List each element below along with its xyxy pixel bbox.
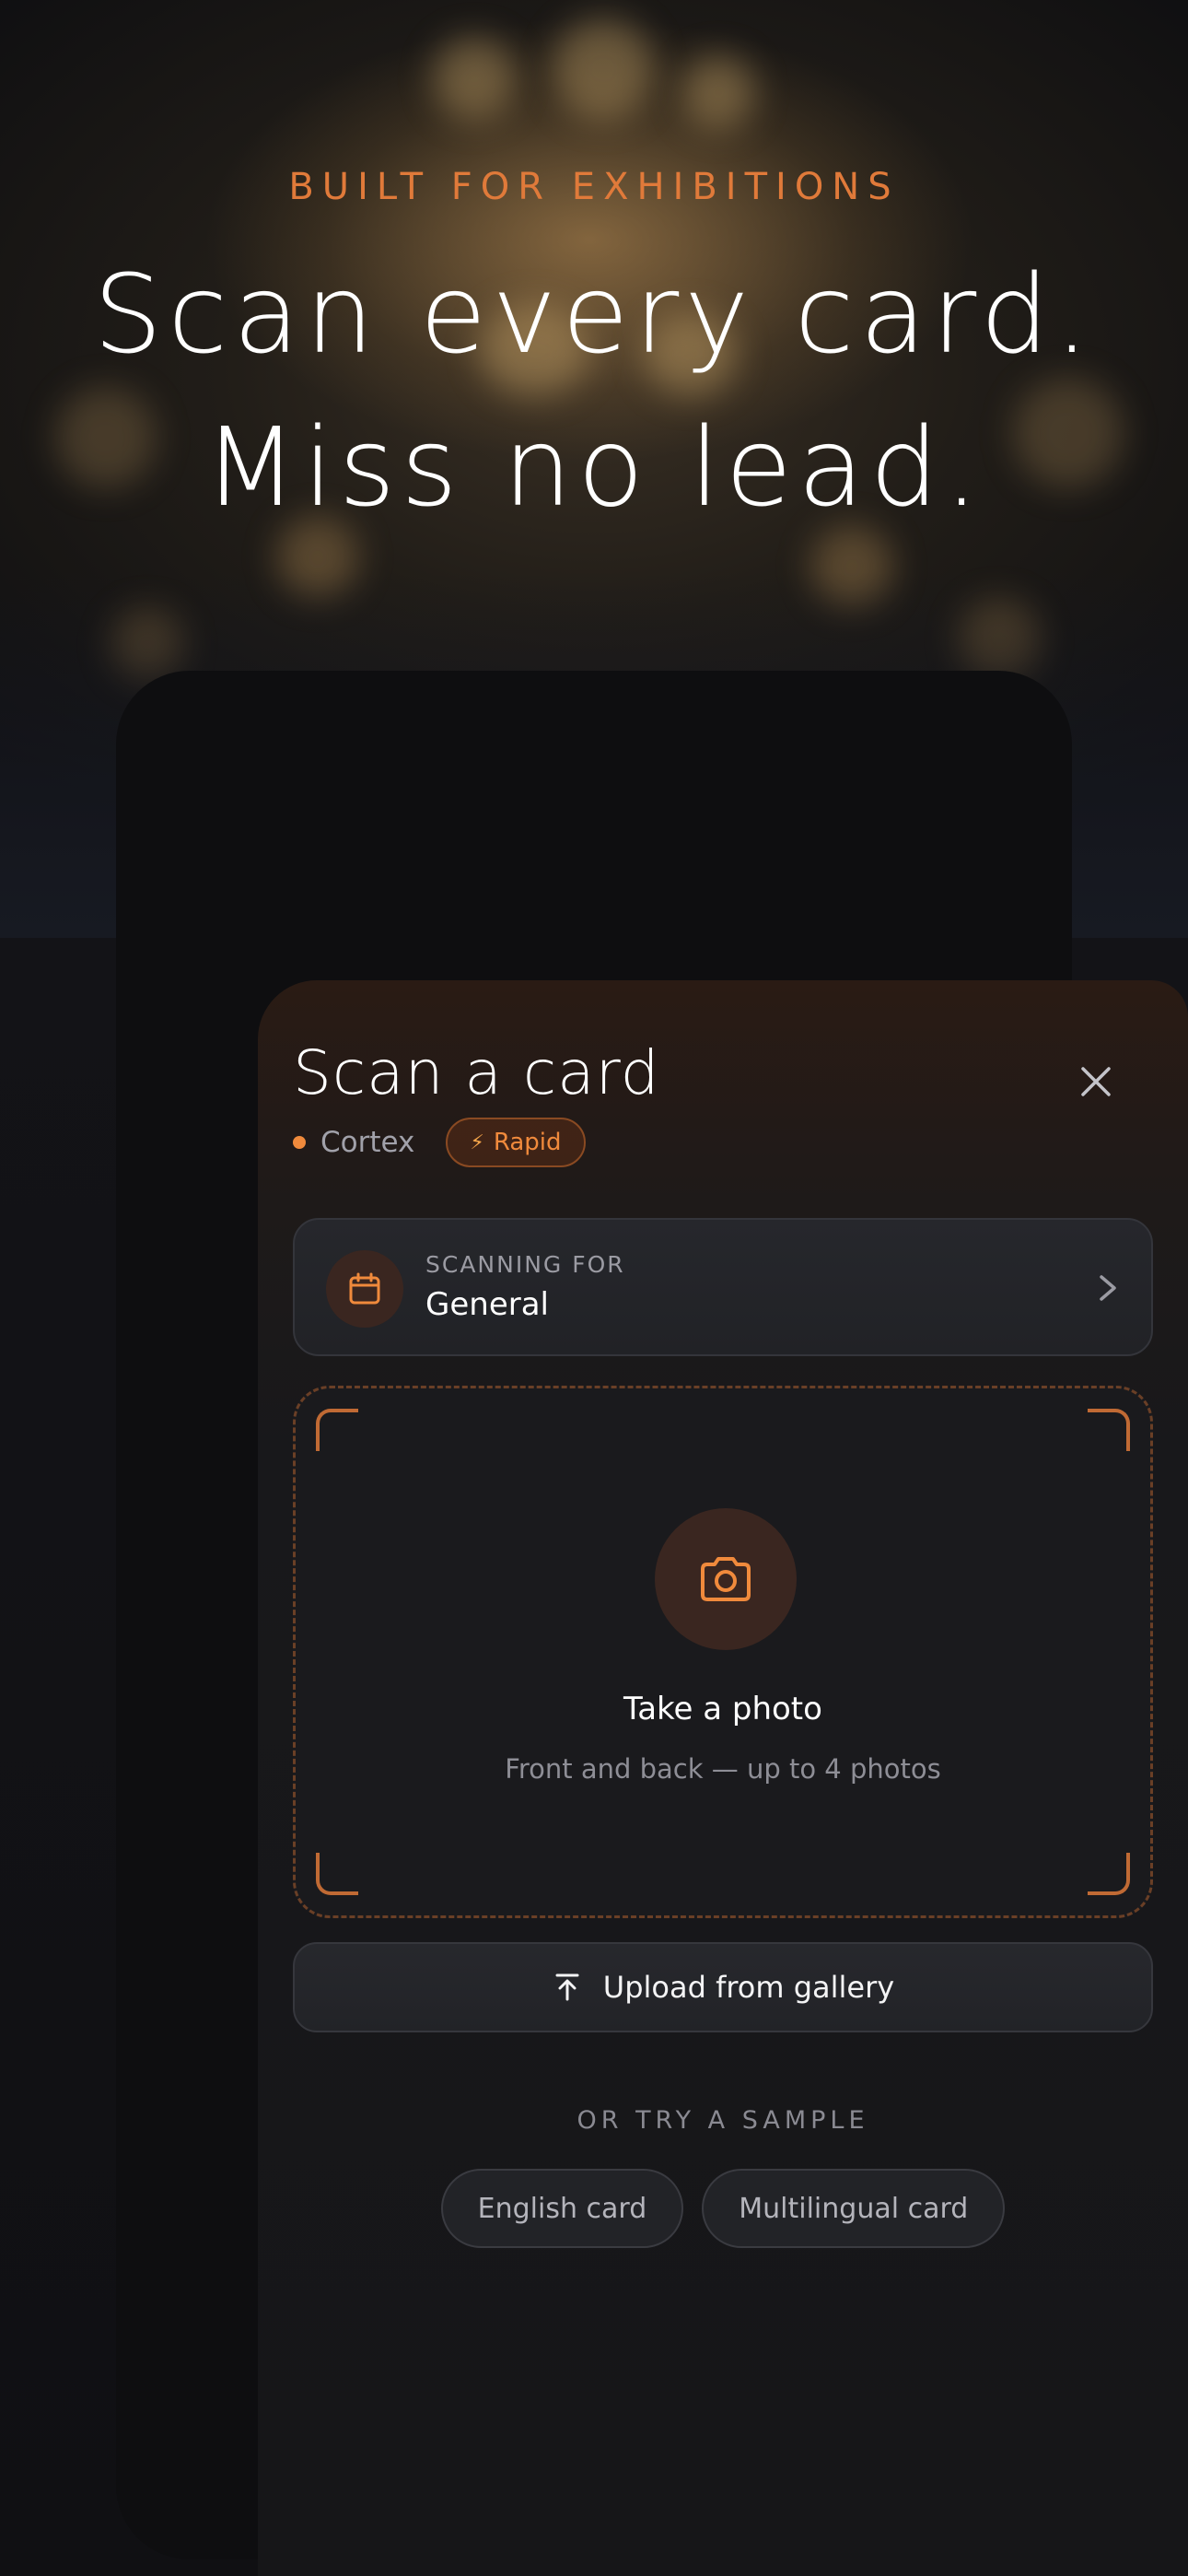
mode-badge-label: Rapid: [493, 1129, 562, 1156]
viewfinder-corner: [1088, 1409, 1130, 1451]
close-icon: [1081, 1067, 1111, 1096]
headline-line-1: Scan every card.: [93, 251, 1095, 378]
status-dot: [293, 1136, 306, 1149]
sample-multilingual-card[interactable]: Multilingual card: [702, 2169, 1006, 2248]
scanning-for-label: SCANNING FOR: [425, 1251, 625, 1278]
sample-options: English card Multilingual card: [258, 2169, 1188, 2248]
upload-label: Upload from gallery: [602, 1970, 895, 2005]
camera-button[interactable]: [655, 1508, 797, 1650]
mode-badge[interactable]: ⚡ Rapid: [446, 1118, 586, 1167]
upload-icon: [555, 1973, 579, 2001]
scanning-for-value: General: [425, 1286, 549, 1323]
brand-name: Cortex: [320, 1126, 415, 1159]
photo-capture-area[interactable]: Take a photo Front and back — up to 4 ph…: [293, 1386, 1153, 1918]
close-button[interactable]: [1068, 1054, 1124, 1109]
take-photo-title: Take a photo: [623, 1691, 822, 1727]
upload-from-gallery-button[interactable]: Upload from gallery: [293, 1942, 1153, 2032]
camera-icon: [701, 1557, 751, 1601]
hero-headline: Scan every card. Miss no lead.: [0, 238, 1188, 544]
sample-english-card[interactable]: English card: [440, 2169, 684, 2248]
take-photo-subtitle: Front and back — up to 4 photos: [505, 1753, 941, 1785]
chevron-right-icon: [1100, 1275, 1116, 1301]
lightning-bolt-icon: ⚡: [470, 1130, 484, 1154]
viewfinder-corner: [316, 1853, 358, 1895]
sheet-meta: Cortex ⚡ Rapid: [293, 1117, 586, 1168]
hero-eyebrow: BUILT FOR EXHIBITIONS: [288, 166, 900, 208]
calendar-icon: [326, 1250, 403, 1328]
scan-card-sheet: Scan a card Cortex ⚡ Rapid SCANNING FOR …: [258, 980, 1188, 2576]
sheet-title: Scan a card: [293, 1037, 660, 1108]
headline-line-2: Miss no lead.: [204, 404, 984, 531]
viewfinder-corner: [316, 1409, 358, 1451]
scanning-for-selector[interactable]: SCANNING FOR General: [293, 1218, 1153, 1356]
sample-heading: OR TRY A SAMPLE: [577, 2106, 869, 2135]
viewfinder-corner: [1088, 1853, 1130, 1895]
